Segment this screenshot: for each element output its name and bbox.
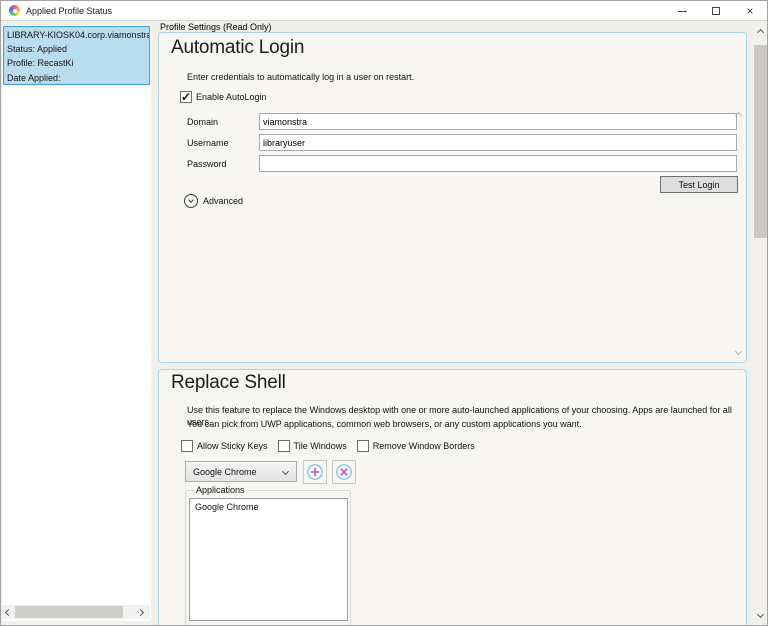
- remove-icon: [335, 463, 353, 481]
- chevron-right-icon: [137, 608, 144, 615]
- settings-header: Profile Settings (Read Only): [160, 22, 272, 32]
- profile-status-line: Status: Applied: [7, 42, 149, 56]
- remove-window-borders-option: Remove Window Borders: [357, 440, 475, 452]
- expander-chevron-icon: [184, 194, 198, 208]
- profile-date-line: Date Applied:: [7, 71, 149, 85]
- profile-host-line: LIBRARY-KIOSK04.corp.viamonstra.c: [7, 28, 149, 42]
- allow-sticky-keys-label: Allow Sticky Keys: [197, 441, 268, 451]
- password-label: Password: [187, 159, 227, 169]
- profile-name-line: Profile: RecastKi: [7, 56, 149, 70]
- application-select-value: Google Chrome: [193, 467, 283, 477]
- tile-windows-label: Tile Windows: [294, 441, 347, 451]
- allow-sticky-keys-checkbox[interactable]: [181, 440, 193, 452]
- advanced-expander[interactable]: Advanced: [184, 194, 243, 208]
- vertical-scroll-thumb[interactable]: [754, 45, 767, 238]
- chevron-down-icon: [757, 610, 764, 617]
- maximize-icon: [712, 7, 720, 15]
- scroll-left-button[interactable]: [2, 605, 15, 619]
- enable-autologin-checkbox[interactable]: [180, 91, 192, 103]
- tile-windows-option: Tile Windows: [278, 440, 347, 452]
- remove-window-borders-checkbox[interactable]: [357, 440, 369, 452]
- close-button[interactable]: ×: [733, 1, 767, 21]
- horizontal-scroll-thumb[interactable]: [15, 606, 123, 618]
- tile-windows-checkbox[interactable]: [278, 440, 290, 452]
- scroll-right-button[interactable]: [134, 605, 147, 619]
- profile-list: LIBRARY-KIOSK04.corp.viamonstra.c Status…: [2, 25, 151, 621]
- minimize-button[interactable]: [665, 1, 699, 21]
- username-label: Username: [187, 138, 229, 148]
- window-controls: ×: [665, 1, 767, 21]
- automatic-login-card: Automatic Login Enter credentials to aut…: [158, 32, 747, 363]
- domain-input[interactable]: [259, 113, 737, 130]
- app-logo-icon: [9, 5, 20, 16]
- advanced-label: Advanced: [203, 196, 243, 206]
- enable-autologin-label: Enable AutoLogin: [196, 92, 267, 102]
- applications-groupbox: Applications Google Chrome: [185, 490, 351, 626]
- username-input[interactable]: [259, 134, 737, 151]
- chevron-down-icon: [282, 468, 289, 475]
- allow-sticky-keys-option: Allow Sticky Keys: [181, 440, 268, 452]
- app-window: Applied Profile Status × LIBRARY-KIOSK04…: [0, 0, 768, 626]
- enable-autologin-row: Enable AutoLogin: [180, 91, 267, 103]
- application-list-item[interactable]: Google Chrome: [190, 499, 347, 515]
- minimize-icon: [678, 11, 687, 12]
- shell-options-row: Allow Sticky Keys Tile Windows Remove Wi…: [181, 440, 475, 452]
- remove-application-button[interactable]: [332, 460, 356, 484]
- replace-shell-card: Replace Shell Use this feature to replac…: [158, 369, 747, 626]
- applications-listbox[interactable]: Google Chrome: [189, 498, 348, 621]
- automatic-login-description: Enter credentials to automatically log i…: [187, 71, 414, 83]
- window-title: Applied Profile Status: [26, 6, 112, 16]
- domain-label: Domain: [187, 117, 218, 127]
- chevron-up-icon: [757, 28, 764, 35]
- panel-scroll-down-icon[interactable]: [735, 348, 742, 355]
- profile-list-item-selected[interactable]: LIBRARY-KIOSK04.corp.viamonstra.c Status…: [3, 26, 150, 85]
- add-application-button[interactable]: [303, 460, 327, 484]
- test-login-button[interactable]: Test Login: [660, 176, 738, 193]
- automatic-login-title: Automatic Login: [171, 37, 304, 59]
- chevron-left-icon: [5, 608, 12, 615]
- title-bar: Applied Profile Status ×: [1, 1, 767, 21]
- add-icon: [306, 463, 324, 481]
- scroll-up-button[interactable]: [753, 25, 768, 39]
- applications-group-label: Applications: [193, 485, 248, 495]
- remove-window-borders-label: Remove Window Borders: [373, 441, 475, 451]
- replace-shell-description-line2: You can pick from UWP applications, comm…: [187, 418, 582, 430]
- replace-shell-title: Replace Shell: [171, 372, 286, 394]
- sidebar-horizontal-scrollbar[interactable]: [2, 605, 150, 619]
- application-select[interactable]: Google Chrome: [185, 461, 297, 482]
- maximize-button[interactable]: [699, 1, 733, 21]
- main-vertical-scrollbar[interactable]: [753, 25, 768, 621]
- password-input[interactable]: [259, 155, 737, 172]
- close-icon: ×: [746, 5, 753, 17]
- scroll-down-button[interactable]: [753, 607, 768, 621]
